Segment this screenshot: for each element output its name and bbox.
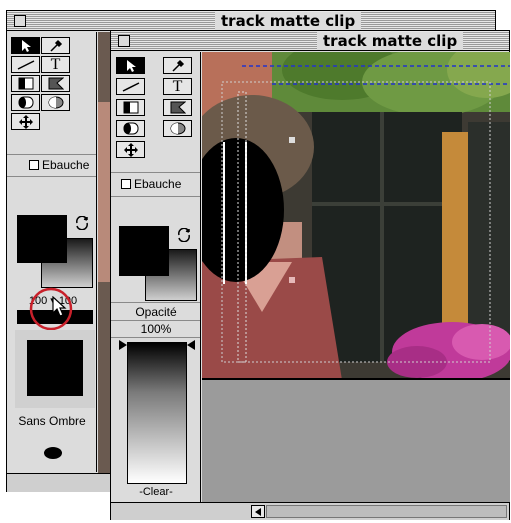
front-opacity-value[interactable]: 100%: [111, 322, 201, 336]
arrow-icon: [126, 59, 136, 72]
front-tool-palette: T Ebauche Opacité 100% -Clear-: [111, 52, 201, 502]
front-gradient-left-marker-icon[interactable]: [119, 340, 127, 350]
back-rect-mask-tool[interactable]: [11, 75, 40, 92]
back-shadow-label: Sans Ombre: [18, 414, 86, 428]
eyedropper-icon: [171, 59, 184, 72]
rect-mask-icon: [123, 101, 138, 114]
front-opacity-title: Opacité: [135, 305, 177, 319]
back-separator-2: [7, 176, 96, 177]
back-ebauche-box[interactable]: [29, 160, 39, 170]
back-oval-tool[interactable]: [11, 94, 40, 111]
front-oval-tool[interactable]: [116, 120, 145, 137]
rect-mask-icon: [18, 77, 33, 90]
front-oval-gradient-tool[interactable]: [163, 120, 192, 137]
front-foreground-color-swatch[interactable]: [119, 226, 169, 276]
back-window-title: track matte clip: [215, 12, 362, 30]
oval-icon: [18, 96, 33, 109]
back-window-titlebar[interactable]: track matte clip: [7, 11, 495, 31]
front-canvas: [202, 52, 510, 380]
gradient-mask-icon: [170, 101, 186, 114]
front-arrow-tool[interactable]: [116, 57, 145, 74]
front-close-box[interactable]: [118, 35, 130, 47]
front-separator-1: [111, 172, 200, 173]
back-arrow-tool[interactable]: [11, 37, 40, 54]
move-handle-icon: [123, 142, 138, 157]
front-separator-5: [111, 337, 200, 338]
front-scroll-track[interactable]: [266, 505, 507, 518]
back-tool-palette: T Ebauche 100 ▾ 100: [7, 32, 97, 472]
back-shadow-swatch: [27, 340, 83, 396]
eyedropper-icon: [49, 39, 62, 52]
line-icon: [122, 81, 139, 92]
front-window-titlebar[interactable]: track matte clip: [111, 31, 509, 51]
front-window-title: track matte clip: [317, 32, 464, 50]
back-line-tool[interactable]: [11, 56, 40, 73]
arrow-icon: [21, 39, 31, 52]
front-gradient-mask-tool[interactable]: [163, 99, 192, 116]
back-separator-1: [7, 154, 96, 155]
front-text-tool[interactable]: T: [163, 78, 192, 95]
oval-gradient-icon: [170, 122, 185, 135]
mouse-cursor-icon: [52, 296, 67, 317]
back-eyedropper-tool[interactable]: [41, 37, 70, 54]
move-handle-icon: [18, 114, 33, 129]
front-ebauche-box[interactable]: [121, 179, 131, 189]
front-swap-colors-icon[interactable]: [177, 228, 191, 242]
front-move-tool[interactable]: [116, 141, 145, 158]
front-opacity-gradient-bar[interactable]: [127, 342, 187, 484]
back-move-tool[interactable]: [11, 113, 40, 130]
front-line-tool[interactable]: [116, 78, 145, 95]
back-swap-colors-icon[interactable]: [75, 216, 89, 230]
gradient-mask-icon: [48, 77, 64, 90]
front-separator-2: [111, 196, 200, 197]
back-oval-gradient-tool[interactable]: [41, 94, 70, 111]
front-horizontal-scrollbar[interactable]: [111, 502, 509, 520]
front-ebauche-label: Ebauche: [134, 177, 182, 191]
front-clear-label: -Clear-: [139, 486, 173, 498]
back-shadow-preview[interactable]: [15, 330, 95, 408]
oval-gradient-icon: [48, 96, 63, 109]
back-gradient-mask-tool[interactable]: [41, 75, 70, 92]
front-ebauche-checkbox[interactable]: Ebauche: [121, 177, 181, 191]
scene-photo: [202, 52, 510, 380]
front-empty-canvas-area: [202, 378, 510, 502]
oval-icon: [123, 122, 138, 135]
back-ebauche-label: Ebauche: [42, 158, 90, 172]
front-eyedropper-tool[interactable]: [163, 57, 192, 74]
scroll-left-arrow-icon: [255, 507, 261, 516]
front-window: track matte clip T Ebauche Opacité 100% …: [110, 30, 510, 520]
back-shadow-dot-icon: [44, 447, 62, 459]
front-separator-4: [111, 320, 200, 321]
front-scroll-left-button[interactable]: [251, 505, 265, 518]
back-text-tool[interactable]: T: [41, 56, 70, 73]
front-separator-3: [111, 302, 200, 303]
back-foreground-color-swatch[interactable]: [17, 215, 67, 263]
front-gradient-right-marker-icon[interactable]: [187, 340, 195, 350]
front-rect-mask-tool[interactable]: [116, 99, 145, 116]
line-icon: [17, 59, 34, 70]
back-ebauche-checkbox[interactable]: Ebauche: [29, 158, 89, 172]
back-close-box[interactable]: [14, 15, 26, 27]
